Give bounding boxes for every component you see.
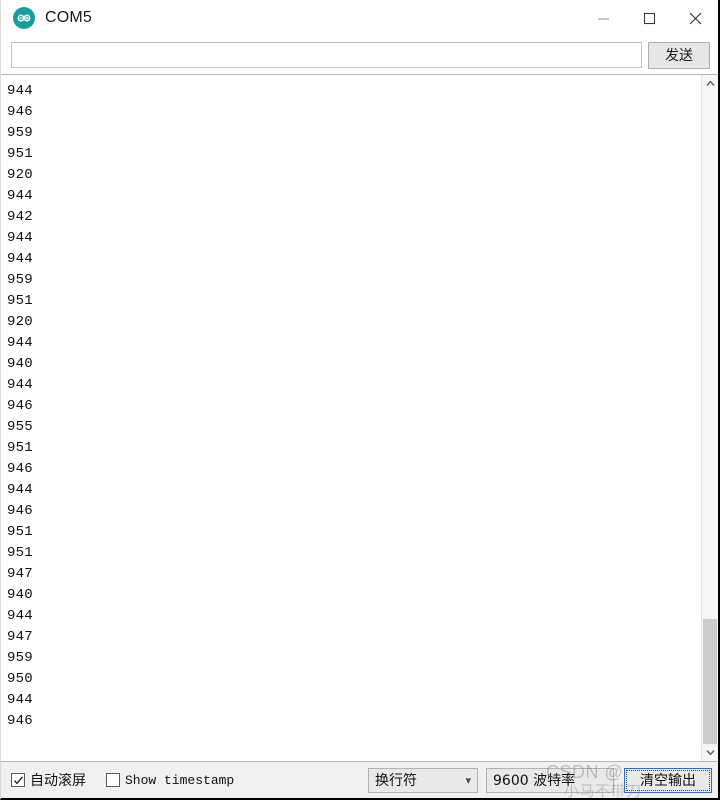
console-line: 947 xyxy=(7,629,33,645)
console-line: 946 xyxy=(7,398,33,414)
console-line: 944 xyxy=(7,482,33,498)
console-line: 946 xyxy=(7,461,33,477)
console-line: 951 xyxy=(7,524,33,540)
console-line: 942 xyxy=(7,209,33,225)
console-line: 944 xyxy=(7,83,33,99)
console-line: 959 xyxy=(7,650,33,666)
arduino-infinity-icon xyxy=(13,7,35,29)
maximize-icon xyxy=(643,12,655,24)
console-line: 944 xyxy=(7,608,33,624)
send-row: 发送 xyxy=(1,36,718,74)
console-line: 955 xyxy=(7,419,33,435)
newline-select[interactable]: 换行符 ▾ xyxy=(368,767,478,793)
timestamp-checkbox-group[interactable]: Show timestamp xyxy=(106,773,248,788)
close-icon xyxy=(689,12,701,24)
console-line: 944 xyxy=(7,230,33,246)
timestamp-checkbox[interactable] xyxy=(106,773,120,787)
newline-select-value: 换行符 xyxy=(375,773,417,789)
console-line: 944 xyxy=(7,692,33,708)
minimize-button[interactable] xyxy=(580,0,626,36)
console-line: 951 xyxy=(7,146,33,162)
minimize-icon xyxy=(597,18,609,19)
console-line: 944 xyxy=(7,188,33,204)
baud-select[interactable]: 9600 波特率 xyxy=(486,767,614,793)
autoscroll-checkbox[interactable] xyxy=(11,773,25,787)
console-line: 959 xyxy=(7,125,33,141)
chevron-down-icon xyxy=(705,750,715,756)
checkmark-icon xyxy=(13,775,23,784)
command-input[interactable] xyxy=(11,42,642,68)
autoscroll-checkbox-group[interactable]: 自动滚屏 xyxy=(11,770,100,790)
window-title: COM5 xyxy=(45,9,93,26)
console-line: 951 xyxy=(7,440,33,456)
console-line: 920 xyxy=(7,314,33,330)
console-line: 946 xyxy=(7,104,33,120)
baud-select-value: 9600 波特率 xyxy=(493,773,576,789)
console-line: 944 xyxy=(7,251,33,267)
timestamp-label: Show timestamp xyxy=(125,772,235,788)
console-line: 951 xyxy=(7,545,33,561)
chevron-up-icon xyxy=(705,80,715,86)
scrollbar-track[interactable] xyxy=(702,92,718,744)
console-scrollbar[interactable] xyxy=(701,75,718,761)
scroll-up-button[interactable] xyxy=(702,75,718,92)
console-area: 944 946 959 951 920 944 942 944 944 959 951 920 944 9… xyxy=(1,74,718,762)
clear-output-button[interactable]: 清空输出 xyxy=(624,767,712,793)
console-line: 947 xyxy=(7,566,33,582)
console-output[interactable]: 944 946 959 951 920 944 942 944 944 959 951 920 944 9… xyxy=(1,75,701,761)
maximize-button[interactable] xyxy=(626,0,672,36)
send-button[interactable]: 发送 xyxy=(648,41,710,69)
window-controls xyxy=(580,0,718,36)
console-line: 951 xyxy=(7,293,33,309)
console-line: 946 xyxy=(7,713,33,729)
autoscroll-label: 自动滚屏 xyxy=(30,773,86,789)
console-line: 946 xyxy=(7,503,33,519)
console-line: 940 xyxy=(7,356,33,372)
console-line: 944 xyxy=(7,377,33,393)
title-bar: COM5 xyxy=(1,0,718,36)
console-line: 940 xyxy=(7,587,33,603)
status-bar: 自动滚屏 Show timestamp 换行符 ▾ 9600 波特率 清空输出 xyxy=(1,762,718,798)
scroll-down-button[interactable] xyxy=(702,744,718,761)
console-line: 920 xyxy=(7,167,33,183)
console-line: 944 xyxy=(7,335,33,351)
console-line: 950 xyxy=(7,671,33,687)
scrollbar-thumb[interactable] xyxy=(703,619,717,744)
chevron-down-icon: ▾ xyxy=(465,773,471,787)
close-button[interactable] xyxy=(672,0,718,36)
console-line: 959 xyxy=(7,272,33,288)
serial-monitor-window: COM5 发送 944 946 959 951 920 944 942 944 … xyxy=(0,0,720,800)
